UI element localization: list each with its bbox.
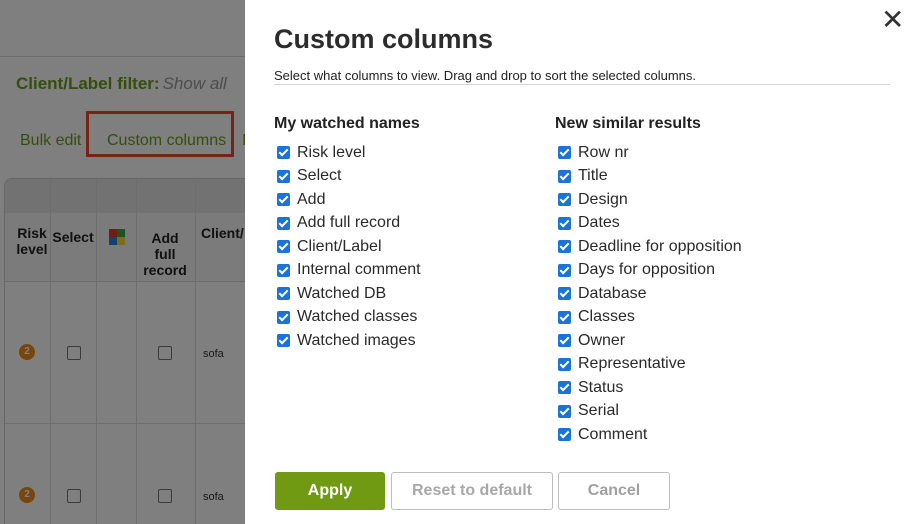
column-option[interactable]: Watched classes bbox=[274, 306, 421, 330]
column-option[interactable]: Add bbox=[274, 188, 421, 212]
column-option-label: Classes bbox=[578, 308, 635, 326]
checkbox-checked-icon[interactable] bbox=[558, 146, 571, 160]
checkbox-checked-icon[interactable] bbox=[277, 240, 290, 254]
column-option[interactable]: Deadline for opposition bbox=[555, 235, 742, 259]
column-option-label: Serial bbox=[578, 402, 619, 420]
apply-button[interactable]: Apply bbox=[275, 472, 385, 510]
checkbox-checked-icon[interactable] bbox=[277, 146, 290, 160]
column-option-label: Representative bbox=[578, 355, 686, 373]
column-option[interactable]: Title bbox=[555, 165, 742, 189]
checkbox-checked-icon[interactable] bbox=[558, 404, 571, 418]
column-option[interactable]: Select bbox=[274, 165, 421, 189]
column-option-label: Risk level bbox=[297, 143, 366, 161]
column-option[interactable]: Risk level bbox=[274, 141, 421, 165]
group-title: My watched names bbox=[274, 115, 420, 132]
checkbox-checked-icon[interactable] bbox=[558, 334, 571, 348]
column-option-label: Database bbox=[578, 284, 647, 302]
checkbox-checked-icon[interactable] bbox=[277, 216, 290, 230]
column-option[interactable]: Row nr bbox=[555, 141, 742, 165]
checkbox-checked-icon[interactable] bbox=[277, 334, 290, 348]
column-option[interactable]: Watched images bbox=[274, 329, 421, 353]
column-option-label: Status bbox=[578, 378, 624, 396]
checkbox-checked-icon[interactable] bbox=[277, 310, 290, 324]
modal-title: Custom columns bbox=[274, 24, 494, 54]
checkbox-checked-icon[interactable] bbox=[558, 287, 571, 301]
checkbox-checked-icon[interactable] bbox=[558, 216, 571, 230]
column-option[interactable]: Watched DB bbox=[274, 282, 421, 306]
column-option[interactable]: Comment bbox=[555, 423, 742, 447]
column-option-label: Owner bbox=[578, 331, 626, 349]
custom-columns-modal: ✕ Custom columns Select what columns to … bbox=[245, 0, 911, 524]
column-option[interactable]: Design bbox=[555, 188, 742, 212]
column-option-label: Add full record bbox=[297, 214, 401, 232]
column-option-label: Watched classes bbox=[297, 308, 418, 326]
column-option-label: Row nr bbox=[578, 143, 629, 161]
group-new-similar-results: New similar results Row nr Title Design … bbox=[555, 113, 742, 447]
checkbox-checked-icon[interactable] bbox=[277, 169, 290, 183]
column-option[interactable]: Classes bbox=[555, 306, 742, 330]
group-my-watched-names: My watched names Risk level Select Add A… bbox=[274, 113, 421, 353]
close-icon[interactable]: ✕ bbox=[881, 6, 904, 34]
checkbox-checked-icon[interactable] bbox=[558, 428, 571, 442]
column-option[interactable]: Owner bbox=[555, 329, 742, 353]
reset-to-default-button[interactable]: Reset to default bbox=[391, 472, 553, 510]
checkbox-checked-icon[interactable] bbox=[558, 193, 571, 207]
column-option[interactable]: Client/Label bbox=[274, 235, 421, 259]
group-title: New similar results bbox=[555, 115, 701, 132]
column-option-label: Internal comment bbox=[297, 261, 421, 279]
column-option-label: Client/Label bbox=[297, 237, 382, 255]
checkbox-checked-icon[interactable] bbox=[558, 240, 571, 254]
column-option-label: Add bbox=[297, 190, 326, 208]
column-option[interactable]: Days for opposition bbox=[555, 259, 742, 283]
column-option-label: Dates bbox=[578, 214, 620, 232]
column-option[interactable]: Representative bbox=[555, 353, 742, 377]
column-option-label: Days for opposition bbox=[578, 261, 715, 279]
column-option-label: Design bbox=[578, 190, 628, 208]
column-option[interactable]: Dates bbox=[555, 212, 742, 236]
column-option[interactable]: Add full record bbox=[274, 212, 421, 236]
column-option-label: Title bbox=[578, 167, 608, 185]
column-option-label: Watched DB bbox=[297, 284, 387, 302]
checkbox-checked-icon[interactable] bbox=[277, 193, 290, 207]
checkbox-checked-icon[interactable] bbox=[558, 310, 571, 324]
column-option-label: Comment bbox=[578, 425, 648, 443]
column-option-label: Select bbox=[297, 167, 342, 185]
checkbox-checked-icon[interactable] bbox=[277, 287, 290, 301]
column-option-label: Watched images bbox=[297, 331, 416, 349]
checkbox-checked-icon[interactable] bbox=[277, 263, 290, 277]
column-option[interactable]: Status bbox=[555, 376, 742, 400]
checkbox-checked-icon[interactable] bbox=[558, 169, 571, 183]
checkbox-checked-icon[interactable] bbox=[558, 263, 571, 277]
column-option[interactable]: Serial bbox=[555, 400, 742, 424]
column-option[interactable]: Database bbox=[555, 282, 742, 306]
cancel-button[interactable]: Cancel bbox=[558, 472, 670, 510]
divider bbox=[274, 84, 890, 85]
modal-subtitle: Select what columns to view. Drag and dr… bbox=[274, 68, 696, 83]
checkbox-checked-icon[interactable] bbox=[558, 357, 571, 371]
modal-backdrop[interactable] bbox=[0, 0, 245, 524]
checkbox-checked-icon[interactable] bbox=[558, 381, 571, 395]
column-option-label: Deadline for opposition bbox=[578, 237, 742, 255]
column-option[interactable]: Internal comment bbox=[274, 259, 421, 283]
